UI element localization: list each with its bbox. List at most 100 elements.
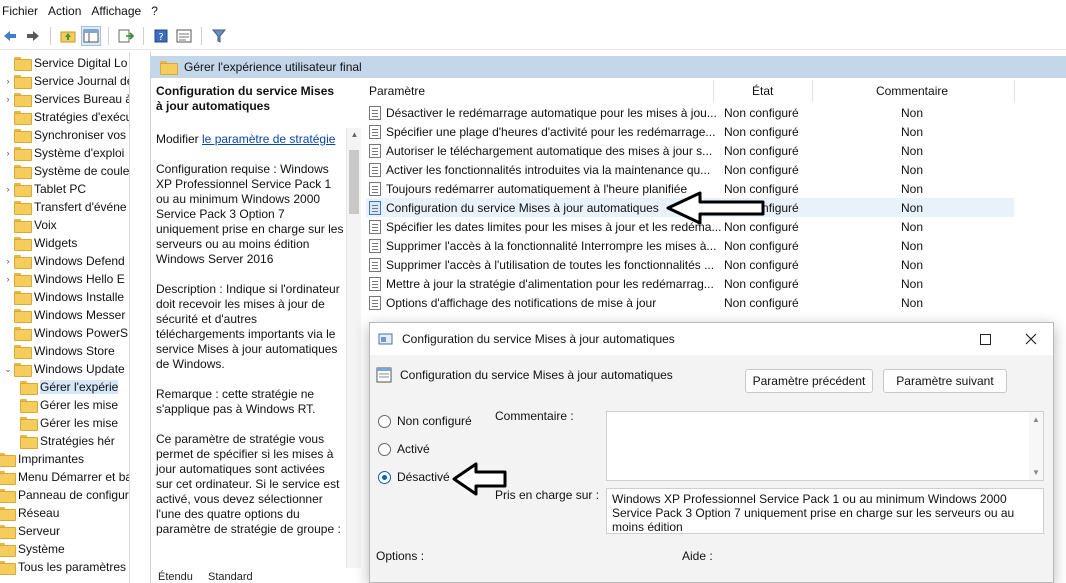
- tree-item-label: Windows Installe: [34, 290, 125, 304]
- folder-icon: [14, 93, 32, 107]
- previous-setting-button[interactable]: Paramètre précédent: [745, 369, 873, 393]
- radio-dot-selected[interactable]: [378, 470, 391, 484]
- forward-arrow-icon[interactable]: [23, 26, 43, 46]
- radio-dot[interactable]: [378, 414, 391, 428]
- folder-icon: [0, 561, 16, 575]
- folder-icon: [0, 543, 16, 557]
- column-setting[interactable]: Paramètre: [369, 80, 425, 102]
- edit-policy-link[interactable]: le paramètre de stratégie: [202, 132, 335, 146]
- tree-item[interactable]: › Système d'exploi: [2, 144, 124, 162]
- chevron-icon[interactable]: ›: [2, 94, 14, 104]
- tree-item[interactable]: Service Digital Lo: [2, 54, 127, 72]
- up-folder-icon[interactable]: [58, 26, 78, 46]
- next-setting-button[interactable]: Paramètre suivant: [883, 369, 1007, 393]
- menu-action[interactable]: Action: [46, 4, 89, 18]
- setting-name: Activer les fonctionnalités introduites …: [386, 162, 711, 177]
- folder-icon: [20, 435, 38, 449]
- filter-icon[interactable]: [209, 26, 229, 46]
- table-row[interactable]: Supprimer l'accès à la fonctionnalité In…: [366, 236, 1014, 255]
- column-comment[interactable]: Commentaire: [876, 80, 948, 102]
- chevron-icon[interactable]: ›: [2, 274, 14, 284]
- setting-state: Non configuré: [724, 162, 799, 177]
- tree-root-item[interactable]: Imprimantes: [0, 450, 84, 468]
- table-row[interactable]: Options d'affichage des notifications de…: [366, 293, 1014, 312]
- help-icon[interactable]: ?: [151, 26, 171, 46]
- tree-item[interactable]: Widgets: [2, 234, 77, 252]
- menu-help[interactable]: ?: [149, 4, 166, 18]
- setting-comment: Non: [901, 257, 924, 272]
- scroll-up-icon[interactable]: ▲: [347, 130, 362, 139]
- setting-comment: Non: [901, 124, 924, 139]
- folder-icon: [0, 453, 16, 467]
- tree-item[interactable]: Voix: [2, 216, 57, 234]
- tree-item-label: Système: [18, 542, 65, 556]
- menu-affichage[interactable]: Affichage: [89, 4, 149, 18]
- tab-standard[interactable]: Standard: [208, 571, 253, 583]
- folder-icon: [160, 61, 178, 75]
- toolbar-separator: [50, 26, 51, 45]
- tree-item[interactable]: Système de coule: [2, 162, 129, 180]
- chevron-icon[interactable]: ⌄: [2, 364, 14, 375]
- tree-root-item[interactable]: Réseau: [0, 504, 59, 522]
- table-row[interactable]: Mettre à jour la stratégie d'alimentatio…: [366, 274, 1014, 293]
- column-state[interactable]: État: [752, 80, 773, 102]
- scroll-down-icon[interactable]: ▼: [1029, 468, 1043, 477]
- tree-subitem[interactable]: Gérer l'expérie: [20, 378, 119, 396]
- radio-dot[interactable]: [378, 442, 391, 456]
- chevron-icon[interactable]: ›: [2, 76, 14, 86]
- policy-document-icon: [369, 200, 381, 215]
- tree-item[interactable]: Windows Messer: [2, 306, 125, 324]
- tree-root-item[interactable]: Menu Démarrer et ba: [0, 468, 129, 486]
- tree-item[interactable]: › Service Journal de: [2, 72, 129, 90]
- tree-item[interactable]: Windows PowerS: [2, 324, 128, 342]
- table-row[interactable]: Autoriser le téléchargement automatique …: [366, 141, 1014, 160]
- tree-item[interactable]: Windows Installe: [2, 288, 124, 306]
- table-row[interactable]: Spécifier une plage d'heures d'activité …: [366, 122, 1014, 141]
- close-icon[interactable]: [1020, 329, 1042, 349]
- chevron-icon[interactable]: ›: [2, 184, 14, 194]
- tree-item-label: Tablet PC: [34, 182, 87, 196]
- table-row[interactable]: Désactiver le redémarrage automatique po…: [366, 103, 1014, 122]
- comment-textarea[interactable]: ▲ ▼: [606, 411, 1044, 481]
- scroll-up-icon[interactable]: ▲: [1029, 415, 1043, 424]
- setting-state: Non configuré: [724, 295, 799, 310]
- tree-item[interactable]: › Windows Hello E: [2, 270, 125, 288]
- tree-root-item[interactable]: Serveur: [0, 522, 60, 540]
- tree-item[interactable]: › Services Bureau à: [2, 90, 129, 108]
- radio-not-configured[interactable]: Non configuré: [378, 414, 472, 428]
- setting-state: Non configuré: [724, 105, 799, 120]
- tree-subitem[interactable]: Stratégies hér: [20, 432, 115, 450]
- tree-subitem[interactable]: Gérer les mise: [20, 396, 118, 414]
- table-row[interactable]: Supprimer l'accès à l'utilisation de tou…: [366, 255, 1014, 274]
- view-tabs: Étendu Standard: [150, 571, 370, 583]
- properties-icon[interactable]: [174, 26, 194, 46]
- tab-etendu[interactable]: Étendu: [158, 571, 193, 583]
- maximize-icon[interactable]: [974, 329, 996, 349]
- tree-item[interactable]: › Tablet PC: [2, 180, 86, 198]
- description-scrollbar[interactable]: ▲: [346, 128, 361, 568]
- radio-enabled[interactable]: Activé: [378, 442, 430, 456]
- console-tree-icon[interactable]: [81, 25, 101, 46]
- tree-root-item[interactable]: Tous les paramètres: [0, 558, 126, 576]
- tree-item[interactable]: Synchroniser vos: [2, 126, 126, 144]
- chevron-icon[interactable]: ›: [2, 148, 14, 158]
- comment-scrollbar[interactable]: ▲ ▼: [1029, 412, 1043, 480]
- tree-item-label: Imprimantes: [18, 452, 85, 466]
- back-arrow-icon[interactable]: [0, 26, 20, 46]
- folder-icon: [20, 417, 38, 431]
- radio-disabled[interactable]: Désactivé: [378, 470, 450, 484]
- tree-item[interactable]: › Windows Defend: [2, 252, 125, 270]
- scroll-thumb[interactable]: [349, 150, 359, 214]
- tree-item[interactable]: Transfert d'événe: [2, 198, 127, 216]
- tree-item[interactable]: Windows Store: [2, 342, 115, 360]
- export-list-icon[interactable]: [116, 26, 136, 46]
- tree-root-item[interactable]: Panneau de configur: [0, 486, 129, 504]
- column-divider: [812, 80, 813, 102]
- tree-subitem[interactable]: Gérer les mise: [20, 414, 118, 432]
- table-row[interactable]: Activer les fonctionnalités introduites …: [366, 160, 1014, 179]
- tree-item[interactable]: Stratégies d'exécu: [2, 108, 129, 126]
- chevron-icon[interactable]: ›: [2, 256, 14, 266]
- tree-item[interactable]: ⌄ Windows Update: [2, 360, 125, 378]
- menu-fichier[interactable]: Fichier: [0, 4, 46, 18]
- tree-root-item[interactable]: Système: [0, 540, 65, 558]
